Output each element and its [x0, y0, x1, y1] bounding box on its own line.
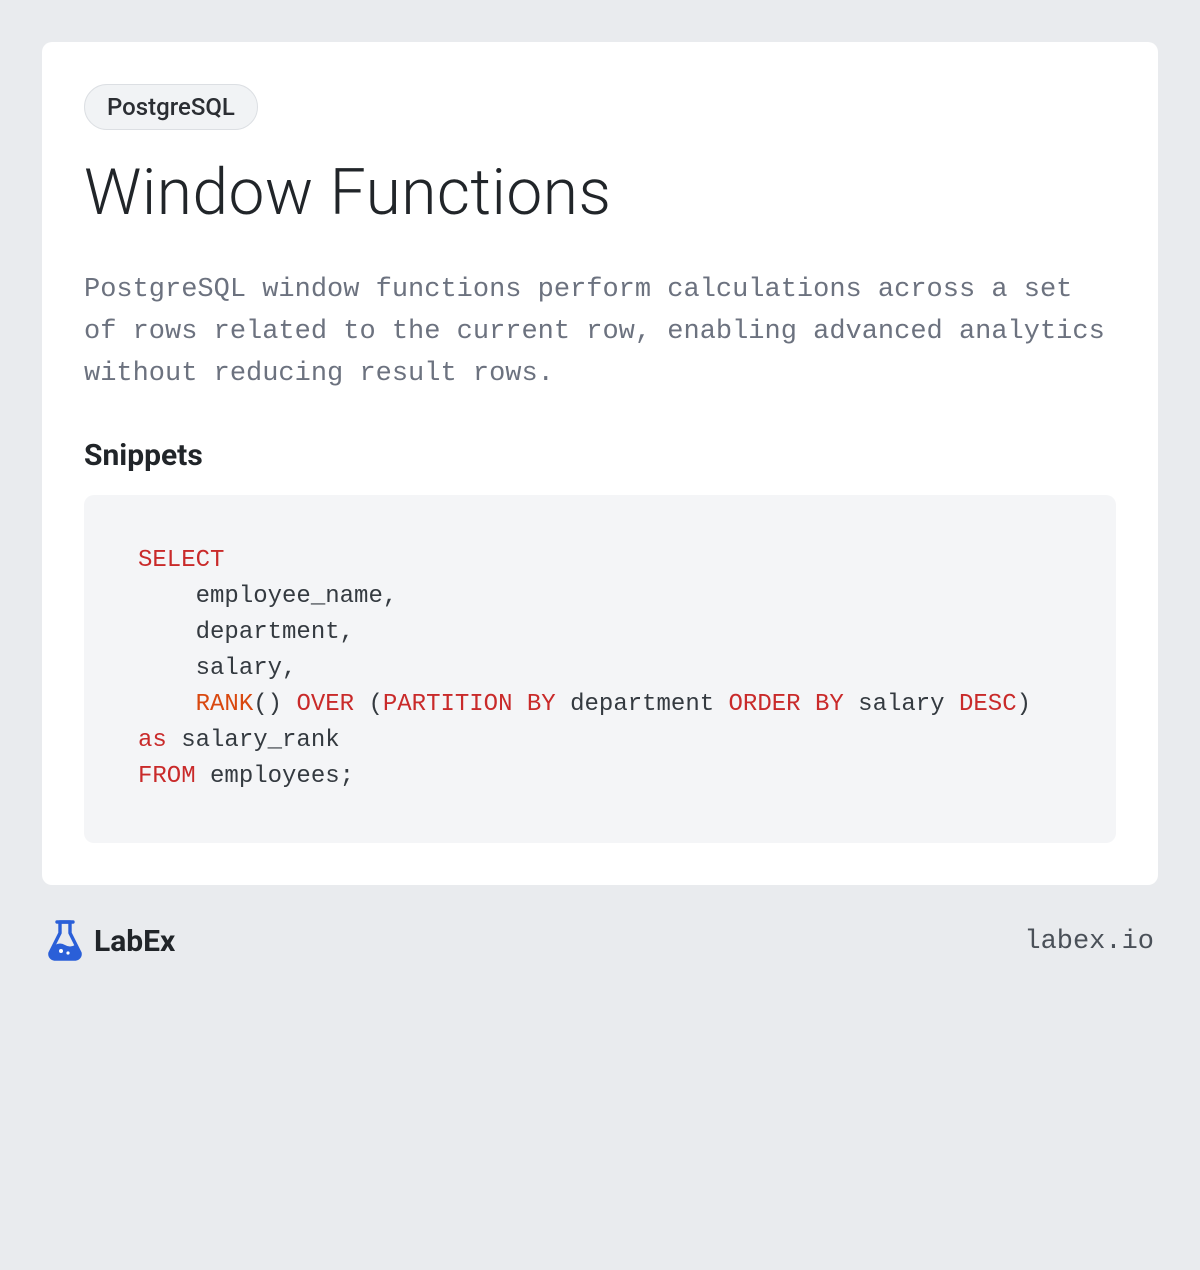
domain-text: labex.io [1024, 927, 1154, 957]
section-heading: Snippets [84, 438, 1116, 473]
page-title: Window Functions [84, 158, 1116, 228]
brand: LabEx [46, 919, 175, 965]
brand-name: LabEx [94, 924, 175, 959]
code-snippet: SELECT employee_name, department, salary… [84, 495, 1116, 843]
footer: LabEx labex.io [42, 885, 1158, 965]
flask-icon [46, 919, 84, 965]
description-text: PostgreSQL window functions perform calc… [84, 270, 1116, 396]
content-card: PostgreSQL Window Functions PostgreSQL w… [42, 42, 1158, 885]
category-tag: PostgreSQL [84, 84, 258, 130]
